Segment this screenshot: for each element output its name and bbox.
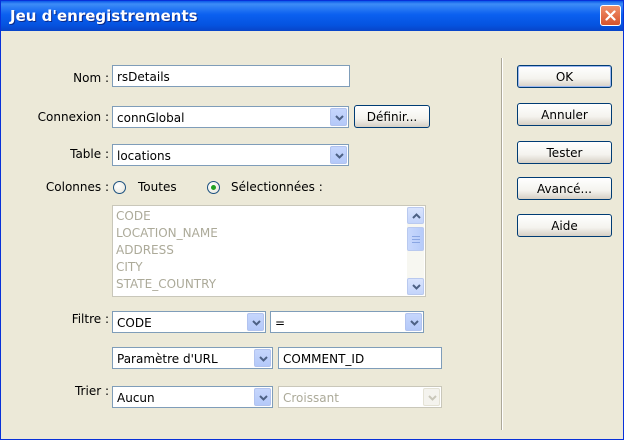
title-bar[interactable]: Jeu d'enregistrements — [1, 1, 623, 31]
sort-column-dropdown-arrow[interactable] — [254, 388, 271, 406]
filter-column-dropdown-arrow[interactable] — [247, 313, 264, 331]
scroll-thumb[interactable] — [407, 227, 424, 251]
columns-selected-label[interactable]: Sélectionnées : — [231, 180, 323, 194]
test-button[interactable]: Tester — [517, 141, 612, 164]
radio-selected-dot — [211, 185, 216, 190]
sort-label: Trier : — [74, 384, 109, 398]
filter-param-type-select[interactable]: Paramètre d'URL — [112, 347, 273, 369]
help-button[interactable]: Aide — [517, 214, 612, 237]
columns-selected-radio[interactable] — [207, 181, 220, 194]
columns-scrollbar[interactable] — [407, 207, 424, 295]
filter-operator-select[interactable]: = — [270, 311, 424, 333]
dialog-title: Jeu d'enregistrements — [10, 7, 198, 25]
columns-label: Colonnes : — [45, 180, 109, 194]
table-label: Table : — [70, 147, 109, 161]
filter-column-value: CODE — [117, 316, 152, 330]
list-item[interactable]: CITY — [116, 260, 143, 274]
list-item[interactable]: STATE_COUNTRY — [116, 277, 216, 291]
filter-column-select[interactable]: CODE — [112, 311, 266, 333]
columns-all-label[interactable]: Toutes — [138, 180, 177, 194]
chevron-down-icon — [259, 356, 268, 362]
table-dropdown-arrow[interactable] — [330, 146, 347, 164]
close-button[interactable] — [600, 5, 621, 26]
filter-operator-dropdown-arrow[interactable] — [405, 313, 422, 331]
filter-operator-value: = — [275, 316, 286, 330]
define-button[interactable]: Définir... — [354, 105, 430, 128]
columns-listbox[interactable]: CODE LOCATION_NAME ADDRESS CITY STATE_CO… — [112, 205, 426, 297]
name-label: Nom : — [73, 71, 109, 85]
advanced-button[interactable]: Avancé... — [517, 177, 612, 200]
connection-label: Connexion : — [37, 110, 109, 124]
connection-value: connGlobal — [117, 111, 185, 125]
filter-param-value-field[interactable]: COMMENT_ID — [278, 347, 442, 369]
filter-label: Filtre : — [71, 312, 109, 326]
thumb-grip — [412, 239, 420, 240]
scroll-down-button[interactable] — [407, 278, 424, 295]
list-item[interactable]: CODE — [116, 209, 151, 223]
cancel-button[interactable]: Annuler — [517, 103, 612, 126]
name-field[interactable]: rsDetails — [112, 65, 350, 87]
vertical-divider — [501, 58, 503, 430]
connection-select[interactable]: connGlobal — [112, 106, 349, 128]
chevron-down-icon — [335, 115, 344, 121]
scroll-up-button[interactable] — [407, 207, 424, 224]
list-item[interactable]: LOCATION_NAME — [116, 226, 218, 240]
recordset-dialog: Jeu d'enregistrements Nom : rsDetails Co… — [0, 0, 624, 440]
scroll-down-arrow-icon — [412, 284, 421, 290]
close-icon — [605, 10, 616, 21]
chevron-down-icon — [252, 320, 261, 326]
chevron-down-icon — [259, 395, 268, 401]
table-select[interactable]: locations — [112, 144, 349, 166]
sort-order-select: Croissant — [278, 386, 442, 408]
dialog-body: Nom : rsDetails Connexion : connGlobal D… — [5, 31, 619, 436]
table-value: locations — [117, 149, 171, 163]
sort-order-dropdown-arrow — [423, 388, 440, 406]
thumb-grip — [412, 236, 420, 237]
thumb-grip — [412, 242, 420, 243]
sort-column-value: Aucun — [117, 391, 155, 405]
scroll-up-arrow-icon — [412, 213, 421, 219]
ok-button[interactable]: OK — [517, 65, 612, 88]
sort-order-value: Croissant — [283, 391, 339, 405]
list-item[interactable]: ADDRESS — [116, 243, 174, 257]
columns-all-radio[interactable] — [113, 181, 126, 194]
chevron-down-icon — [335, 153, 344, 159]
chevron-down-icon — [428, 395, 437, 401]
chevron-down-icon — [410, 320, 419, 326]
sort-column-select[interactable]: Aucun — [112, 386, 273, 408]
filter-param-type-dropdown-arrow[interactable] — [254, 349, 271, 367]
connection-dropdown-arrow[interactable] — [330, 108, 347, 126]
filter-param-type-value: Paramètre d'URL — [117, 352, 218, 366]
